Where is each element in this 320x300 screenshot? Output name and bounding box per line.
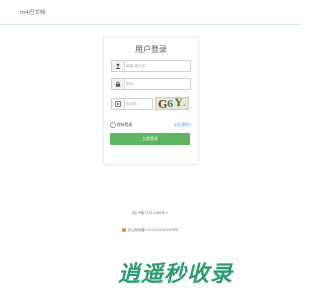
top-bar: m4巴文档 xyxy=(0,0,300,25)
forgot-password-link[interactable]: 忘记密码? xyxy=(174,122,191,128)
login-title: 用户登录 xyxy=(135,45,167,54)
lock-icon xyxy=(112,79,125,89)
captcha-icon xyxy=(112,99,125,109)
username-input[interactable] xyxy=(126,62,186,70)
login-button[interactable]: 立即登录 xyxy=(110,133,190,145)
police-record-row: 京公网安备11011502001900号 xyxy=(0,227,300,232)
icp-record[interactable]: 京ICP备17013366号-2 xyxy=(0,210,300,215)
user-icon xyxy=(112,61,125,71)
police-badge-icon xyxy=(121,228,126,232)
remember-label: 保持登录 xyxy=(117,122,133,127)
captcha-field[interactable] xyxy=(111,98,186,110)
captcha-image[interactable]: G 6 Y · xyxy=(155,97,189,110)
remember-checkbox[interactable] xyxy=(110,122,116,128)
username-field[interactable] xyxy=(111,60,191,72)
site-brand[interactable]: m4巴文档 xyxy=(20,8,45,16)
watermark-logo: 逍遥秒收录 xyxy=(118,262,234,287)
password-field[interactable] xyxy=(111,78,191,90)
police-record[interactable]: 京公网安备11011502001900号 xyxy=(128,228,179,232)
password-input[interactable] xyxy=(126,80,186,88)
